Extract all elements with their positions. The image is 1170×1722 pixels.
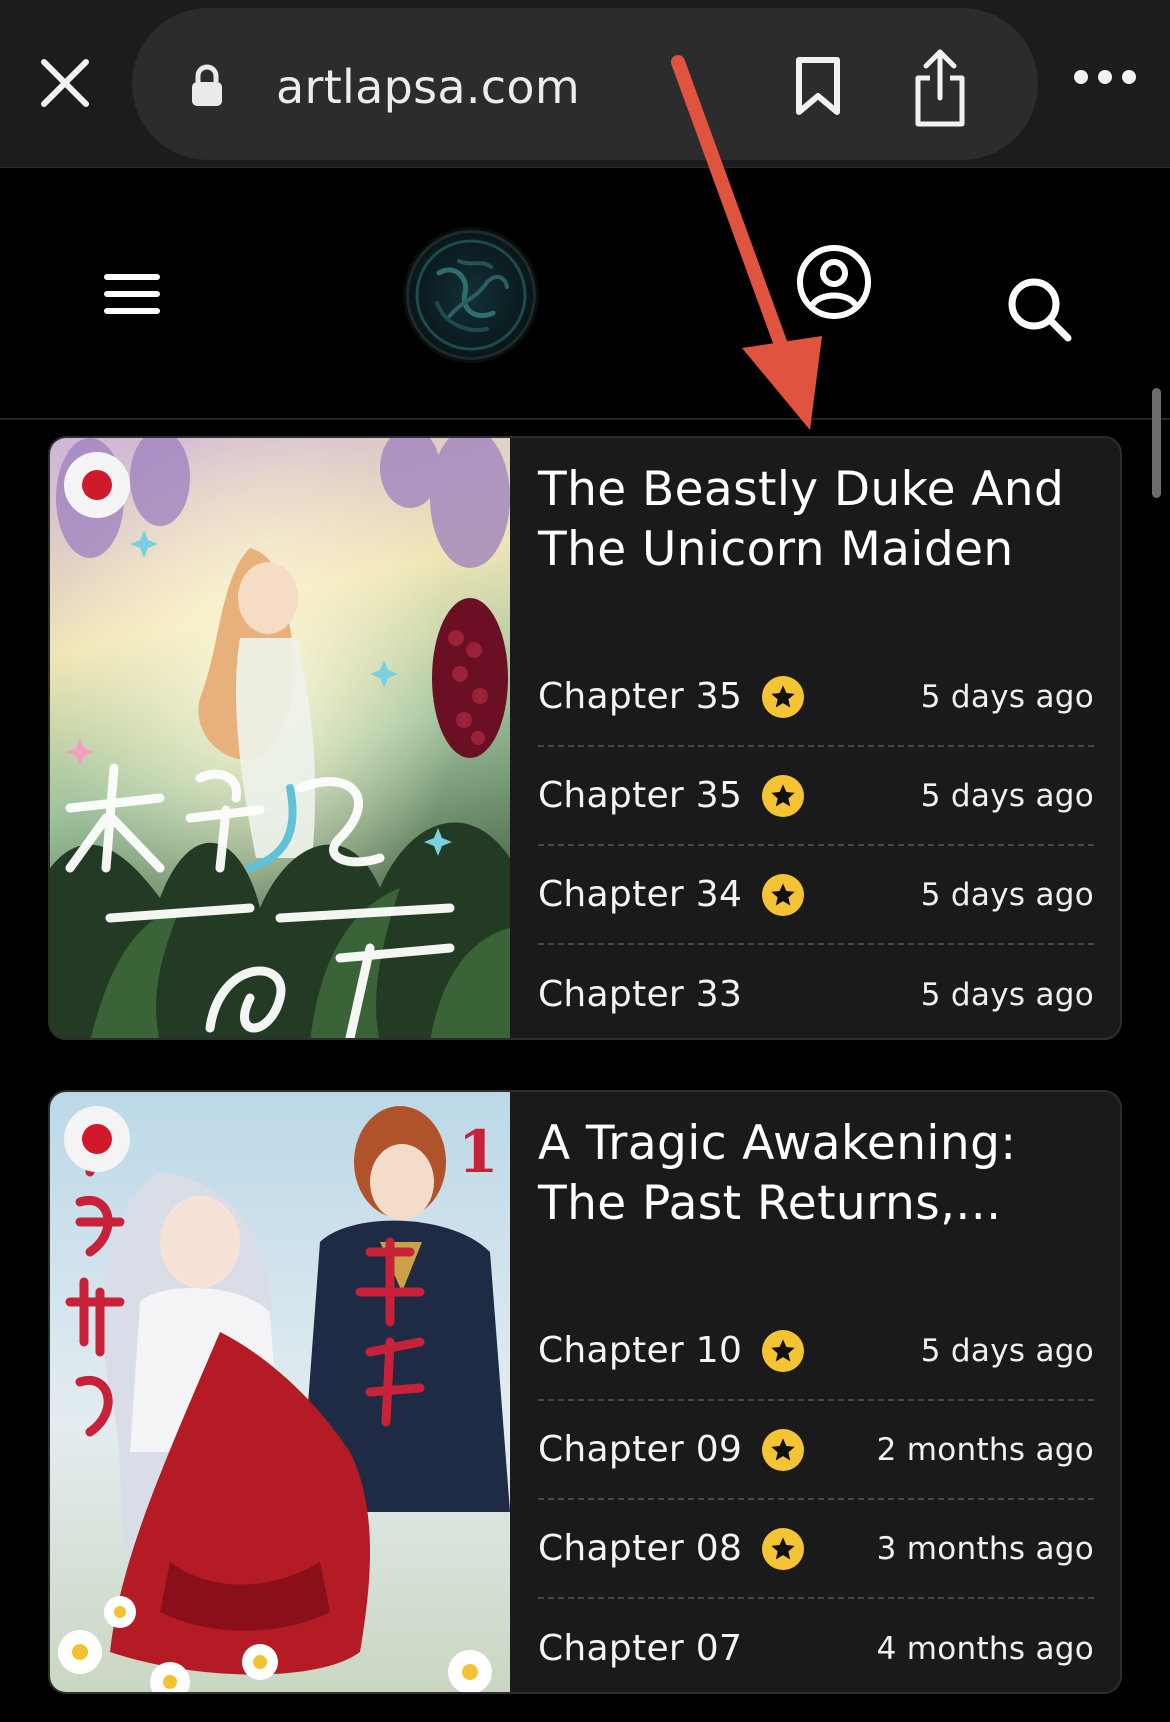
dot-icon <box>1074 70 1088 84</box>
star-icon <box>762 873 805 916</box>
lock-icon <box>192 64 222 106</box>
chapter-time: 5 days ago <box>920 777 1094 814</box>
site-logo[interactable] <box>406 230 536 360</box>
chapter-row[interactable]: Chapter 35 5 days ago <box>538 648 1094 747</box>
chapter-list: Chapter 10 5 days ago Chapter 09 2 month… <box>538 1302 1094 1692</box>
address-bar[interactable]: artlapsa.com <box>132 8 1038 160</box>
cover-image[interactable]: 1 <box>50 1092 510 1692</box>
menu-line <box>104 308 160 314</box>
chapter-list: Chapter 35 5 days ago Chapter 35 5 days … <box>538 648 1094 1038</box>
bookmark-icon[interactable] <box>794 56 842 116</box>
series-card[interactable]: The Beastly Duke And The Unicorn Maiden … <box>48 436 1122 1040</box>
chapter-label: Chapter 07 <box>538 1628 743 1669</box>
chapter-label: Chapter 08 <box>538 1528 743 1569</box>
chapter-row[interactable]: Chapter 34 5 days ago <box>538 846 1094 945</box>
hamburger-menu-button[interactable] <box>104 274 160 325</box>
star-icon <box>762 1428 805 1471</box>
close-icon <box>41 59 89 107</box>
series-title[interactable]: A Tragic Awakening: The Past Returns,... <box>538 1114 1098 1234</box>
chapter-row[interactable]: Chapter 07 4 months ago <box>538 1599 1094 1692</box>
chapter-label: Chapter 34 <box>538 874 743 915</box>
star-icon <box>762 675 805 718</box>
chapter-label: Chapter 35 <box>538 775 743 816</box>
cover-art: 1 <box>50 1092 510 1692</box>
chapter-row[interactable]: Chapter 09 2 months ago <box>538 1401 1094 1500</box>
chapter-time: 3 months ago <box>876 1530 1094 1567</box>
japan-flag-icon <box>64 1106 130 1172</box>
chapter-time: 5 days ago <box>920 976 1094 1013</box>
cover-art <box>50 438 510 1038</box>
svg-text:1: 1 <box>458 1118 498 1186</box>
browser-toolbar: artlapsa.com <box>0 0 1170 168</box>
more-options-button[interactable] <box>1074 70 1136 84</box>
chapter-time: 4 months ago <box>876 1630 1094 1667</box>
dot-icon <box>1122 70 1136 84</box>
series-card[interactable]: 1 A Tragic Awakening: The Past Returns,.… <box>48 1090 1122 1694</box>
chapter-label: Chapter 35 <box>538 676 743 717</box>
url-text: artlapsa.com <box>276 60 580 114</box>
star-icon <box>762 774 805 817</box>
chapter-time: 5 days ago <box>920 876 1094 913</box>
chapter-label: Chapter 10 <box>538 1330 743 1371</box>
chapter-time: 5 days ago <box>920 678 1094 715</box>
chapter-label: Chapter 33 <box>538 974 743 1015</box>
chapter-row[interactable]: Chapter 10 5 days ago <box>538 1302 1094 1401</box>
chapter-row[interactable]: Chapter 35 5 days ago <box>538 747 1094 846</box>
star-icon <box>762 1329 805 1372</box>
dot-icon <box>1098 70 1112 84</box>
search-icon[interactable] <box>1006 276 1072 342</box>
japan-flag-icon <box>64 452 130 518</box>
star-icon <box>762 1527 805 1570</box>
cover-image[interactable] <box>50 438 510 1038</box>
page-scrollbar[interactable] <box>1152 388 1161 498</box>
chapter-label: Chapter 09 <box>538 1429 743 1470</box>
user-account-icon[interactable] <box>796 244 872 320</box>
series-title[interactable]: The Beastly Duke And The Unicorn Maiden <box>538 460 1098 580</box>
chapter-time: 2 months ago <box>876 1431 1094 1468</box>
menu-line <box>104 274 160 280</box>
chapter-time: 5 days ago <box>920 1332 1094 1369</box>
chapter-row[interactable]: Chapter 33 5 days ago <box>538 945 1094 1038</box>
share-icon[interactable] <box>912 48 968 128</box>
site-header <box>0 168 1170 420</box>
menu-line <box>104 291 160 297</box>
close-tab-button[interactable] <box>36 54 94 112</box>
chapter-row[interactable]: Chapter 08 3 months ago <box>538 1500 1094 1599</box>
logo-emblem-icon <box>415 239 527 351</box>
